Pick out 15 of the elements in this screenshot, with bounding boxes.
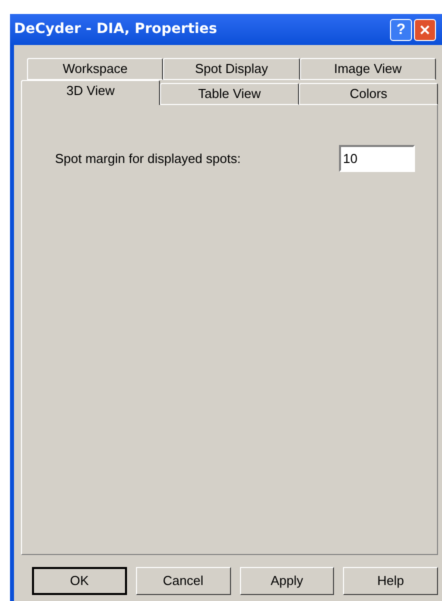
- tab[interactable]: Colors: [299, 83, 438, 105]
- dialog-button[interactable]: Apply: [240, 567, 334, 595]
- input-field[interactable]: 10: [339, 145, 415, 172]
- tab[interactable]: Workspace: [27, 58, 164, 80]
- dialog-button[interactable]: OK: [32, 567, 127, 595]
- window-title: DeCyder - DIA, Properties: [14, 20, 218, 39]
- field-label: Spot margin for displayed spots:: [55, 150, 241, 168]
- tab[interactable]: Spot Display: [163, 58, 300, 80]
- dialog-button[interactable]: Cancel: [136, 567, 230, 595]
- tab[interactable]: Table View: [160, 83, 299, 105]
- tab[interactable]: 3D View: [21, 80, 160, 105]
- dialog-button[interactable]: Help: [343, 567, 438, 595]
- tab[interactable]: Image View: [300, 58, 436, 80]
- close-button[interactable]: ✕: [414, 18, 436, 40]
- help-button[interactable]: ?: [390, 18, 412, 40]
